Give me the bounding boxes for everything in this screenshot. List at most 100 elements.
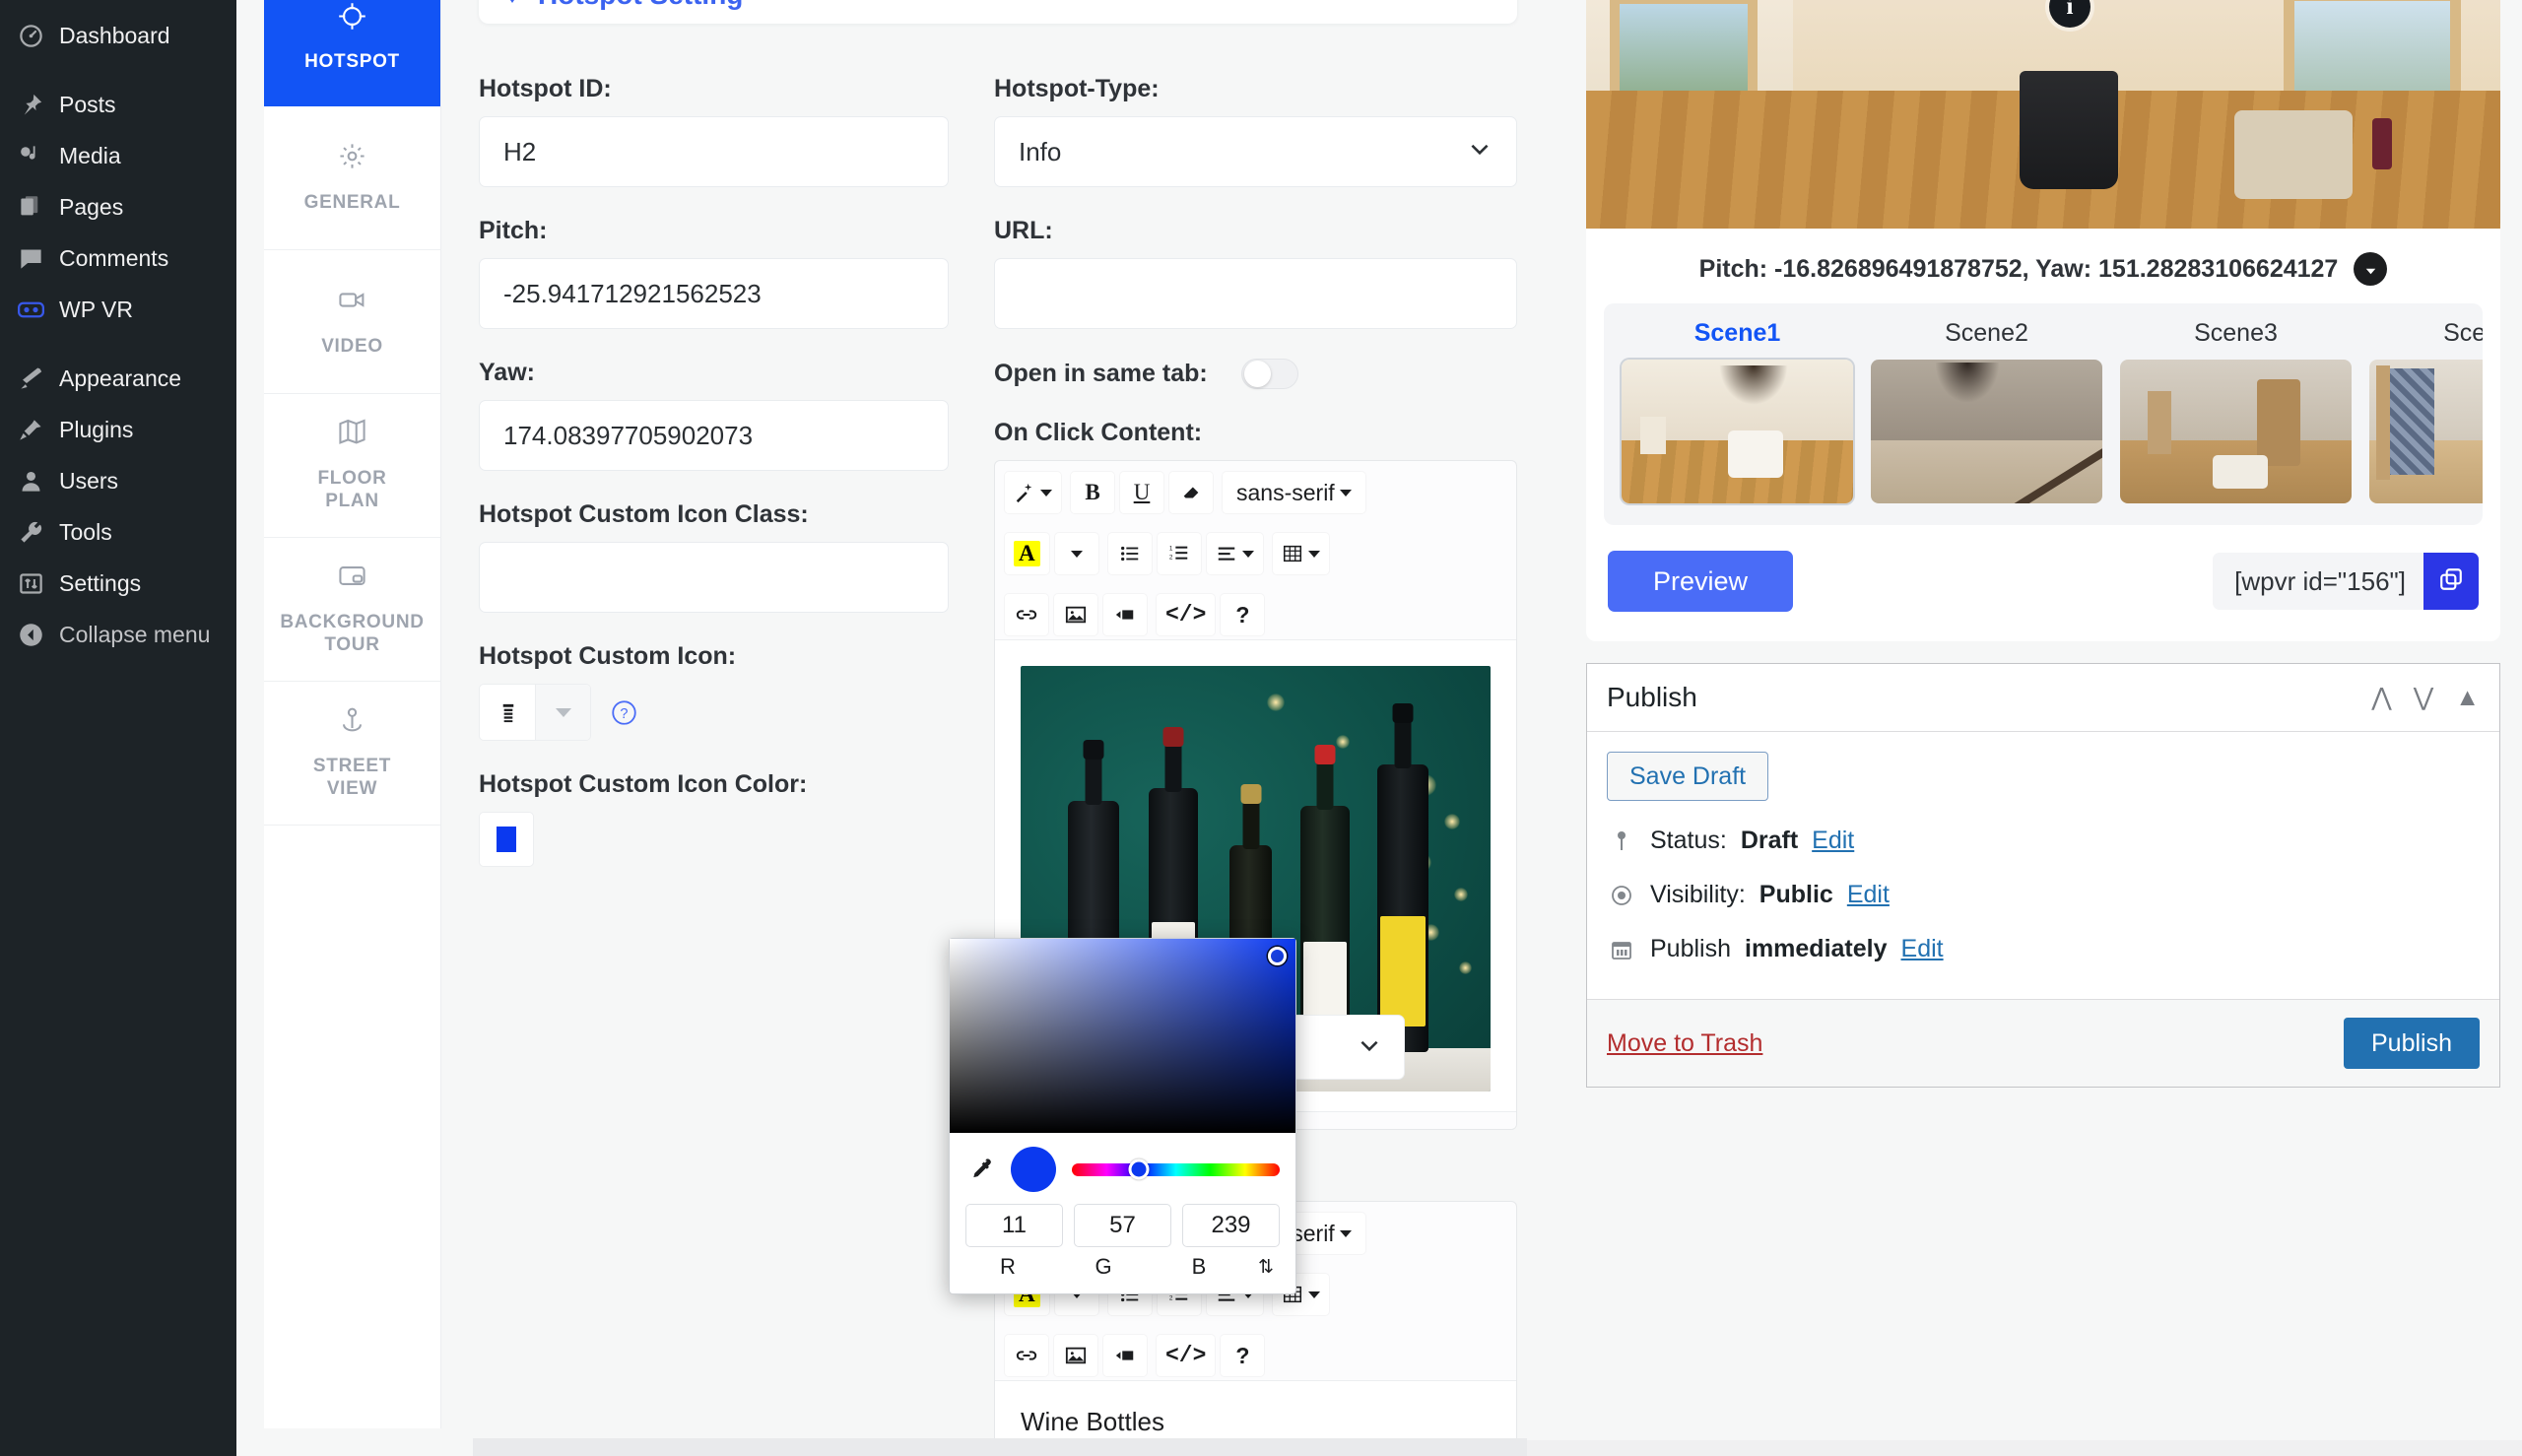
scene-item-2[interactable]: Scene2 <box>1871 319 2102 503</box>
source-code-button[interactable]: </> <box>1157 594 1216 635</box>
open-same-tab-toggle[interactable] <box>1240 359 1298 389</box>
url-label: URL: <box>994 217 1053 244</box>
sidebar-item-media[interactable]: Media <box>0 130 236 181</box>
panorama-hotspot-marker[interactable]: i <box>2049 0 2091 28</box>
toolbar-group-insert <box>1005 594 1147 635</box>
link-icon[interactable] <box>1005 1335 1048 1376</box>
list-ol-icon[interactable] <box>480 685 535 740</box>
help-button[interactable]: ? <box>1221 1335 1265 1376</box>
move-up-icon[interactable]: ⋀ <box>2371 685 2392 710</box>
scene-item-3[interactable]: Scene3 <box>2120 319 2352 503</box>
hotspot-type-select[interactable]: Info <box>994 116 1517 187</box>
eraser-icon[interactable] <box>1169 472 1213 513</box>
sidebar-item-appearance[interactable]: Appearance <box>0 353 236 404</box>
saturation-value-area[interactable] <box>950 939 1295 1133</box>
hotspot-id-input[interactable] <box>479 116 949 187</box>
scene-thumbnail[interactable] <box>1871 360 2102 503</box>
eyedropper-icon[interactable] <box>965 1158 995 1182</box>
source-code-button[interactable]: </> <box>1157 1335 1216 1376</box>
custom-icon-class-input[interactable] <box>479 542 949 613</box>
sidebar-item-settings[interactable]: Settings <box>0 558 236 609</box>
tab-street-view[interactable]: STREET VIEW <box>264 682 440 826</box>
custom-icon-select[interactable] <box>479 684 591 741</box>
publish-date-edit-link[interactable]: Edit <box>1901 935 1944 963</box>
shortcode-box: [wpvr id="156"] <box>2213 553 2479 610</box>
help-icon[interactable]: ? <box>611 699 637 726</box>
text-highlight-button[interactable]: A <box>1005 533 1049 574</box>
highlight-color-dropdown[interactable] <box>1054 533 1098 574</box>
preview-button[interactable]: Preview <box>1608 551 1794 612</box>
sidebar-item-dashboard[interactable]: Dashboard <box>0 10 236 61</box>
bullet-list-icon[interactable] <box>1107 533 1152 574</box>
gear-icon <box>500 0 524 11</box>
blue-label: B <box>1191 1254 1207 1279</box>
help-button[interactable]: ? <box>1221 594 1265 635</box>
saturation-knob[interactable] <box>1268 947 1287 965</box>
sidebar-item-label: Tools <box>59 518 112 545</box>
yaw-input[interactable] <box>479 400 949 471</box>
video-icon[interactable] <box>1103 1335 1147 1376</box>
scene-thumbnail[interactable] <box>2120 360 2352 503</box>
scene-item-1[interactable]: Scene1 <box>1622 319 1853 503</box>
save-draft-button[interactable]: Save Draft <box>1607 752 1769 801</box>
sidebar-item-tools[interactable]: Tools <box>0 506 236 558</box>
move-to-trash-link[interactable]: Move to Trash <box>1607 1029 1762 1058</box>
pitch-yaw-text: Pitch: -16.826896491878752, Yaw: 151.282… <box>1698 254 2339 283</box>
calendar-icon <box>1607 938 1636 961</box>
sidebar-item-collapse-menu[interactable]: Collapse menu <box>0 609 236 660</box>
sidebar-item-label: Collapse menu <box>59 621 211 647</box>
underline-button[interactable]: U <box>1120 472 1163 513</box>
publish-date-label: Publish <box>1650 935 1731 962</box>
table-icon[interactable] <box>1272 533 1329 574</box>
tab-video[interactable]: VIDEO <box>264 250 440 394</box>
hue-slider[interactable] <box>1072 1158 1280 1180</box>
right-sidebar: i Pitch: -16.826896491878752, Yaw: 151.2… <box>1557 0 2522 1456</box>
download-arrow-icon[interactable] <box>2354 252 2388 286</box>
panorama-preview[interactable]: i <box>1586 0 2500 229</box>
tab-background-tour[interactable]: BACKGROUND TOUR <box>264 538 440 682</box>
sidebar-item-pages[interactable]: Pages <box>0 181 236 232</box>
scene-thumbnail[interactable] <box>1622 360 1853 503</box>
bold-button[interactable]: B <box>1071 472 1114 513</box>
scene-thumbnail[interactable] <box>2369 360 2483 503</box>
image-icon[interactable] <box>1054 594 1097 635</box>
panorama-bottle <box>2372 118 2392 169</box>
sidebar-item-comments[interactable]: Comments <box>0 232 236 284</box>
publish-body: Save Draft Status: Draft Edit Visibility… <box>1587 732 2499 975</box>
tab-general[interactable]: GENERAL <box>264 106 440 250</box>
align-icon[interactable] <box>1206 533 1263 574</box>
rgb-inputs: 11 57 239 <box>965 1204 1280 1247</box>
color-picker-popup[interactable]: 11 57 239 R G B ⇅ <box>949 938 1296 1294</box>
copy-shortcode-button[interactable] <box>2423 553 2479 610</box>
status-edit-link[interactable]: Edit <box>1812 827 1854 855</box>
tab-floor-plan[interactable]: FLOOR PLAN <box>264 394 440 538</box>
color-mode-toggle[interactable]: ⇅ <box>1252 1256 1280 1279</box>
image-icon[interactable] <box>1054 1335 1097 1376</box>
chevron-down-icon[interactable] <box>535 685 590 740</box>
toggle-panel-icon[interactable]: ▲ <box>2455 685 2480 710</box>
sidebar-item-users[interactable]: Users <box>0 455 236 506</box>
video-icon[interactable] <box>1103 594 1147 635</box>
scene-label: Scene1 <box>1693 319 1781 347</box>
visibility-edit-link[interactable]: Edit <box>1847 881 1890 909</box>
hue-slider-knob[interactable] <box>1128 1158 1150 1180</box>
numbered-list-icon[interactable]: 12 <box>1157 533 1201 574</box>
rgb-labels: R G B ⇅ <box>965 1254 1280 1280</box>
sidebar-item-plugins[interactable]: Plugins <box>0 404 236 455</box>
green-input[interactable]: 57 <box>1074 1204 1171 1247</box>
url-input[interactable] <box>994 258 1517 329</box>
toolbar-group-code: </> ? <box>1157 594 1265 635</box>
publish-button[interactable]: Publish <box>2344 1018 2480 1069</box>
red-input[interactable]: 11 <box>965 1204 1063 1247</box>
color-swatch-button[interactable] <box>479 812 534 867</box>
scene-item-4[interactable]: Scene4 <box>2369 319 2483 503</box>
move-down-icon[interactable]: ⋁ <box>2414 685 2434 710</box>
pitch-input[interactable] <box>479 258 949 329</box>
font-family-select[interactable]: sans-serif <box>1223 472 1365 513</box>
blue-input[interactable]: 239 <box>1182 1204 1280 1247</box>
sidebar-item-wpvr[interactable]: WP VR <box>0 284 236 335</box>
link-icon[interactable] <box>1005 594 1048 635</box>
sidebar-item-posts[interactable]: Posts <box>0 79 236 130</box>
magic-wand-icon[interactable] <box>1005 472 1061 513</box>
tab-hotspot[interactable]: HOTSPOT <box>264 0 440 106</box>
